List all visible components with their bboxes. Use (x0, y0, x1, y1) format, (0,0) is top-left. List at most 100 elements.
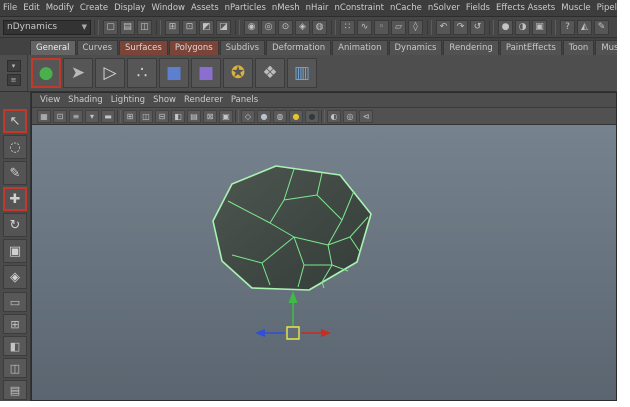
shelf-tab[interactable]: Toon (562, 40, 595, 55)
statusline-separator[interactable] (235, 19, 240, 35)
snap-view-icon[interactable]: ◊ (408, 19, 423, 35)
shelf-tab[interactable]: Deformation (266, 40, 332, 55)
menu-item[interactable]: Assets (188, 1, 222, 15)
statusline-separator[interactable] (551, 19, 556, 35)
paint-select-tool[interactable]: ✎ (3, 161, 27, 185)
image-plane-icon[interactable]: ▬ (101, 109, 115, 123)
select-points-mask-icon[interactable]: ⊙ (278, 19, 293, 35)
hierarchy-mode-icon[interactable]: ⊞ (165, 19, 180, 35)
rotate-tool[interactable]: ↻ (3, 213, 27, 237)
menu-item[interactable]: Effects Assets (493, 1, 558, 15)
polygon-rock-object[interactable] (212, 165, 372, 291)
layout-persp-graph-button[interactable]: ▤ (3, 380, 27, 400)
panel-menu-item[interactable]: Shading (68, 94, 111, 106)
shelf-ncloth-cube-icon[interactable]: ■ (159, 58, 189, 88)
lighting-icon[interactable]: ● (305, 109, 319, 123)
shelf-collider-cube-icon[interactable]: ■ (191, 58, 221, 88)
panel-menu-item[interactable]: Renderer (184, 94, 231, 106)
object-mode-icon[interactable]: ⊡ (182, 19, 197, 35)
snap-point-icon[interactable]: ◦ (374, 19, 389, 35)
menu-item[interactable]: Fields (463, 1, 493, 15)
select-rendering-mask-icon[interactable]: ◍ (312, 19, 327, 35)
menu-item[interactable]: nParticles (222, 1, 269, 15)
shaded-icon[interactable]: ● (257, 109, 271, 123)
sculpt-geometry-icon[interactable]: ◭ (577, 19, 592, 35)
wireframe-icon[interactable]: ◇ (241, 109, 255, 123)
shelf-tab[interactable]: Curves (76, 40, 119, 55)
snap-curve-icon[interactable]: ∿ (357, 19, 372, 35)
film-gate-icon[interactable]: ◫ (139, 109, 153, 123)
shelf-sphere-icon[interactable]: ● (31, 58, 61, 88)
save-scene-icon[interactable]: ◫ (137, 19, 152, 35)
paint-effects-icon[interactable]: ✎ (594, 19, 609, 35)
open-scene-icon[interactable]: ▤ (120, 19, 135, 35)
menu-item[interactable]: Pipeline Cache (594, 1, 617, 15)
toolbar-separator[interactable] (117, 109, 121, 123)
viewport-canvas[interactable] (32, 125, 616, 400)
panel-menu-item[interactable]: Panels (231, 94, 266, 106)
select-all-mask-icon[interactable]: ◉ (244, 19, 259, 35)
lock-camera-icon[interactable]: ⊡ (53, 109, 67, 123)
shelf-tab[interactable]: Rendering (443, 40, 499, 55)
shelf-tab[interactable]: Dynamics (388, 40, 443, 55)
help-icon[interactable]: ? (560, 19, 575, 35)
toolbar-separator[interactable] (321, 109, 325, 123)
layout-persp-outliner-button[interactable]: ◧ (3, 336, 27, 356)
panel-menu-item[interactable]: View (40, 94, 68, 106)
move-tool[interactable]: ✚ (3, 187, 27, 211)
snap-plane-icon[interactable]: ▱ (391, 19, 406, 35)
ipr-render-icon[interactable]: ◑ (515, 19, 530, 35)
camera-attributes-icon[interactable]: ≡ (69, 109, 83, 123)
menuset-dropdown[interactable]: nDynamics ▼ (3, 19, 91, 35)
safe-action-icon[interactable]: ⊠ (203, 109, 217, 123)
select-camera-icon[interactable]: ▦ (37, 109, 51, 123)
menu-item[interactable]: Muscle (558, 1, 593, 15)
menu-item[interactable]: Display (111, 1, 148, 15)
shelf-tab[interactable]: Surfaces (119, 40, 168, 55)
move-manipulator[interactable] (255, 291, 331, 340)
animation-mode-icon[interactable]: ◪ (216, 19, 231, 35)
menu-item[interactable]: Edit (20, 1, 42, 15)
shelf-fluid-icon[interactable]: ▥ (287, 58, 317, 88)
menu-item[interactable]: nCache (387, 1, 425, 15)
scale-tool[interactable]: ▣ (3, 239, 27, 263)
shelf-emitter-icon[interactable]: ➤ (63, 58, 93, 88)
shelf-key-icon[interactable]: ✪ (223, 58, 253, 88)
shelf-tab[interactable]: Polygons (168, 40, 219, 55)
menu-item[interactable]: Modify (43, 1, 77, 15)
shelf-tab[interactable]: Animation (332, 40, 388, 55)
layout-four-pane-button[interactable]: ⊞ (3, 314, 27, 334)
statusline-separator[interactable] (427, 19, 432, 35)
render-icon[interactable]: ● (498, 19, 513, 35)
render-settings-icon[interactable]: ▣ (532, 19, 547, 35)
toolbar-separator[interactable] (235, 109, 239, 123)
panel-menu-item[interactable]: Show (153, 94, 184, 106)
menu-item[interactable]: File (0, 1, 20, 15)
shelf-set-keys-icon[interactable]: ❖ (255, 58, 285, 88)
shelf-particle-curve-icon[interactable]: ∴ (127, 58, 157, 88)
isolate-select-icon[interactable]: ◎ (343, 109, 357, 123)
use-default-material-icon[interactable]: ● (289, 109, 303, 123)
grid-icon[interactable]: ⊞ (123, 109, 137, 123)
layout-single-pane-button[interactable]: ▭ (3, 292, 27, 312)
layout-hypershade-button[interactable]: ◫ (3, 358, 27, 378)
menu-item[interactable]: nHair (303, 1, 332, 15)
statusline-separator[interactable] (156, 19, 161, 35)
component-mode-icon[interactable]: ◩ (199, 19, 214, 35)
snap-grid-icon[interactable]: ∷ (340, 19, 355, 35)
universal-manipulator-tool[interactable]: ◈ (3, 265, 27, 289)
xray-icon[interactable]: ◐ (327, 109, 341, 123)
statusline-separator[interactable] (489, 19, 494, 35)
gate-mask-icon[interactable]: ◧ (171, 109, 185, 123)
menu-item[interactable]: nSolver (425, 1, 463, 15)
shelf-tab[interactable]: General (30, 40, 76, 55)
shelf-menu-icon[interactable]: ≡ (6, 74, 21, 86)
statusline-separator[interactable] (94, 19, 99, 35)
new-scene-icon[interactable]: ▢ (103, 19, 118, 35)
shelf-tab-selector-icon[interactable]: ▾ (6, 60, 21, 72)
undo-icon[interactable]: ↶ (436, 19, 451, 35)
menu-item[interactable]: nConstraint (332, 1, 387, 15)
menu-item[interactable]: nMesh (269, 1, 303, 15)
share-icon[interactable]: ⊲ (359, 109, 373, 123)
shelf-emit-object-icon[interactable]: ▷ (95, 58, 125, 88)
